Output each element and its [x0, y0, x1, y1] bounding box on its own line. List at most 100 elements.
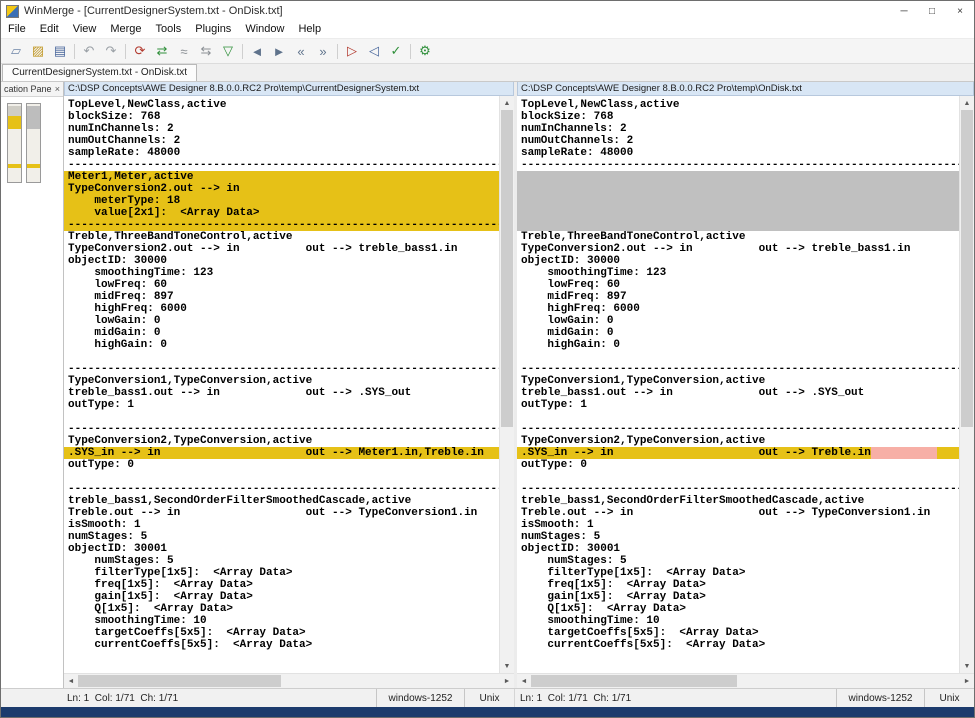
file-new-icon: ▱ — [11, 43, 21, 59]
left-status-section: Ln: 1 Col: 1/71 Ch: 1/71 windows-1252 Un… — [1, 689, 515, 707]
location-map-right-file[interactable] — [26, 103, 41, 183]
text-line: lowGain: 0 — [517, 315, 959, 327]
location-pane-close-icon[interactable]: × — [55, 84, 60, 94]
text-line: highGain: 0 — [517, 339, 959, 351]
scroll-up-icon[interactable]: ▲ — [500, 96, 514, 110]
text-line: midGain: 0 — [517, 327, 959, 339]
diff-line: Meter1,Meter,active — [64, 171, 499, 183]
diff-line: .SYS_in --> in out --> Meter1.in,Treble.… — [64, 447, 499, 459]
auto-merge-button[interactable]: ✓ — [385, 40, 407, 62]
redo-button[interactable]: ↷ — [100, 40, 122, 62]
last-difference-button[interactable]: » — [312, 40, 334, 62]
auto-merge-icon: ✓ — [391, 43, 402, 59]
location-map-left-file[interactable] — [7, 103, 22, 183]
scroll-down-icon[interactable]: ▼ — [500, 659, 514, 673]
diff-map-segment — [8, 116, 21, 129]
text-line: smoothingTime: 123 — [517, 267, 959, 279]
show-line-diff-button[interactable]: ≈ — [173, 40, 195, 62]
options-button[interactable]: ⚙ — [414, 40, 436, 62]
tab-comparison[interactable]: CurrentDesignerSystem.txt - OnDisk.txt — [2, 64, 197, 81]
text-line: smoothingTime: 10 — [517, 615, 959, 627]
text-line: midGain: 0 — [64, 327, 499, 339]
scrollbar-thumb[interactable] — [78, 675, 281, 687]
text-line: Q[1x5]: <Array Data> — [64, 603, 499, 615]
menu-item-plugins[interactable]: Plugins — [188, 21, 238, 38]
scroll-left-icon[interactable]: ◄ — [64, 678, 78, 685]
text-line: smoothingTime: 10 — [64, 615, 499, 627]
menu-item-help[interactable]: Help — [291, 21, 328, 38]
scroll-up-icon[interactable]: ▲ — [960, 96, 974, 110]
text-line: numStages: 5 — [517, 555, 959, 567]
text-line: sampleRate: 48000 — [64, 147, 499, 159]
diff-map-segment — [27, 164, 40, 168]
prev-difference-button[interactable]: ◄ — [246, 40, 268, 62]
missing-lines-filler — [517, 171, 959, 183]
menu-item-window[interactable]: Window — [238, 21, 291, 38]
copy-to-right-button[interactable]: ▷ — [341, 40, 363, 62]
scroll-right-icon[interactable]: ► — [960, 678, 974, 685]
diff-line: meterType: 18 — [64, 195, 499, 207]
taskbar-strip — [1, 707, 974, 717]
right-vertical-scrollbar[interactable]: ▲ ▼ — [959, 96, 974, 673]
missing-lines-filler — [517, 195, 959, 207]
separator-line: ----------------------------------------… — [64, 423, 499, 435]
diff-map-segment — [8, 164, 21, 168]
text-line: freq[1x5]: <Array Data> — [64, 579, 499, 591]
menu-item-tools[interactable]: Tools — [149, 21, 189, 38]
scroll-left-icon[interactable]: ◄ — [517, 678, 531, 685]
text-line: objectID: 30001 — [64, 543, 499, 555]
menu-item-merge[interactable]: Merge — [103, 21, 148, 38]
text-line: TopLevel,NewClass,active — [64, 99, 499, 111]
rescan-button[interactable]: ⟳ — [129, 40, 151, 62]
maximize-button[interactable]: □ — [918, 1, 946, 21]
right-file-path-header: C:\DSP Concepts\AWE Designer 8.B.0.0.RC2… — [517, 82, 974, 96]
left-horizontal-scrollbar[interactable]: ◄ ► — [64, 673, 514, 688]
text-line: numOutChannels: 2 — [64, 135, 499, 147]
diff-line: .SYS_in --> in out --> Treble.in — [517, 447, 959, 459]
text-line: targetCoeffs[5x5]: <Array Data> — [64, 627, 499, 639]
text-line: numStages: 5 — [64, 531, 499, 543]
text-line: freq[1x5]: <Array Data> — [517, 579, 959, 591]
menu-item-file[interactable]: File — [1, 21, 33, 38]
line-filter-button[interactable]: ▽ — [217, 40, 239, 62]
right-editor[interactable]: TopLevel,NewClass,activeblockSize: 768nu… — [517, 96, 959, 673]
location-map[interactable] — [1, 97, 63, 688]
separator-line: ----------------------------------------… — [517, 483, 959, 495]
text-line: TypeConversion1,TypeConversion,active — [517, 375, 959, 387]
swap-panes-button[interactable]: ⇆ — [195, 40, 217, 62]
first-difference-button[interactable]: « — [290, 40, 312, 62]
file-new-button[interactable]: ▱ — [5, 40, 27, 62]
scrollbar-thumb[interactable] — [531, 675, 737, 687]
minimize-button[interactable]: ─ — [890, 1, 918, 21]
menu-item-edit[interactable]: Edit — [33, 21, 66, 38]
left-vertical-scrollbar[interactable]: ▲ ▼ — [499, 96, 514, 673]
diff-map-segment — [8, 106, 21, 116]
scroll-right-icon[interactable]: ► — [500, 678, 514, 685]
undo-button[interactable]: ↶ — [78, 40, 100, 62]
refresh-button[interactable]: ⇄ — [151, 40, 173, 62]
left-editor[interactable]: TopLevel,NewClass,activeblockSize: 768nu… — [64, 96, 499, 673]
text-line: numStages: 5 — [64, 555, 499, 567]
window-controls: ─ □ × — [890, 1, 974, 21]
close-button[interactable]: × — [946, 1, 974, 21]
next-difference-button[interactable]: ► — [268, 40, 290, 62]
toolbar-separator — [337, 44, 338, 59]
separator-line: ----------------------------------------… — [64, 483, 499, 495]
diff-line: value[2x1]: <Array Data> — [64, 207, 499, 219]
text-line: treble_bass1,SecondOrderFilterSmoothedCa… — [517, 495, 959, 507]
text-line: outType: 0 — [64, 459, 499, 471]
text-line: isSmooth: 1 — [64, 519, 499, 531]
status-bar: Ln: 1 Col: 1/71 Ch: 1/71 windows-1252 Un… — [1, 688, 974, 707]
file-open-button[interactable]: ▨ — [27, 40, 49, 62]
scrollbar-thumb[interactable] — [501, 110, 513, 427]
menu-item-view[interactable]: View — [66, 21, 104, 38]
text-line: isSmooth: 1 — [517, 519, 959, 531]
left-file-path-header: C:\DSP Concepts\AWE Designer 8.B.0.0.RC2… — [64, 82, 514, 96]
file-save-button[interactable]: ▤ — [49, 40, 71, 62]
scroll-down-icon[interactable]: ▼ — [960, 659, 974, 673]
scrollbar-thumb[interactable] — [961, 110, 973, 427]
right-status-section: Ln: 1 Col: 1/71 Ch: 1/71 windows-1252 Un… — [515, 689, 974, 707]
toolbar-separator — [125, 44, 126, 59]
right-horizontal-scrollbar[interactable]: ◄ ► — [517, 673, 974, 688]
copy-to-left-button[interactable]: ◁ — [363, 40, 385, 62]
